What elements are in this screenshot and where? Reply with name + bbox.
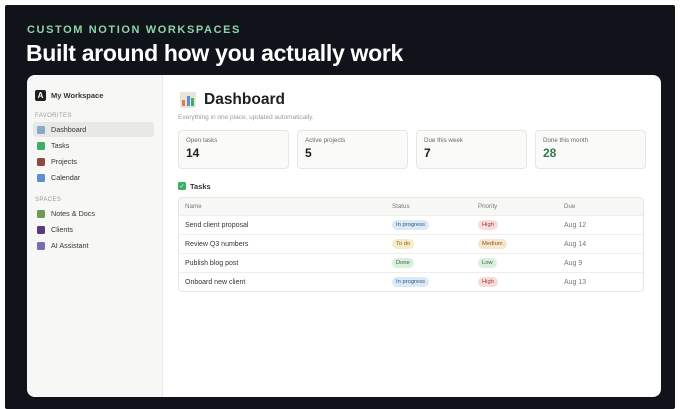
sidebar: A My Workspace FAVORITES Dashboard Tasks P… (27, 75, 163, 397)
stat-value: 5 (305, 146, 312, 160)
sidebar-item-tasks[interactable]: Tasks (33, 138, 154, 153)
stat-label: Active projects (305, 137, 346, 144)
tasks-heading: ✓ Tasks (178, 180, 646, 192)
task-name[interactable]: Publish blog post (179, 260, 386, 267)
column-header-priority[interactable]: Priority (472, 203, 558, 210)
sidebar-item-label: Clients (51, 225, 73, 234)
task-name[interactable]: Review Q3 numbers (179, 241, 386, 248)
workspace-name: My Workspace (51, 90, 104, 100)
sidebar-item-label: Notes & Docs (51, 209, 95, 218)
column-header-status[interactable]: Status (386, 203, 472, 210)
due-date: Aug 13 (564, 278, 587, 286)
favorites-list: Dashboard Tasks Projects Calendar (27, 122, 162, 185)
stat-card: Due this week 7 (416, 130, 527, 169)
sidebar-item-clients[interactable]: Clients (33, 222, 154, 237)
task-name[interactable]: Onboard new client (179, 279, 386, 286)
sidebar-item-ai-assistant[interactable]: AI Assistant (33, 238, 154, 253)
table-row[interactable]: Onboard new client In progress High Aug 13 (179, 272, 643, 291)
favorites-label: FAVORITES (35, 113, 72, 119)
stat-card: Active projects 5 (297, 130, 408, 169)
table-header: Name Status Priority Due (179, 198, 643, 215)
column-header-due[interactable]: Due (558, 203, 643, 210)
priority-badge[interactable]: High (478, 220, 498, 230)
status-badge[interactable]: To do (392, 239, 415, 249)
sidebar-item-label: Projects (51, 157, 77, 166)
status-badge[interactable]: Done (392, 258, 414, 268)
page-subtitle: Everything in one place, updated automat… (178, 114, 314, 121)
sidebar-item-projects[interactable]: Projects (33, 154, 154, 169)
stat-value: 14 (186, 146, 200, 160)
eyebrow-text: CUSTOM NOTION WORKSPACES (27, 24, 241, 36)
stat-label: Due this week (424, 137, 463, 144)
stat-label: Done this month (543, 137, 589, 144)
stat-card: Open tasks 14 (178, 130, 289, 169)
tasks-table: Name Status Priority Due Send client pro… (178, 197, 644, 292)
bar-chart-icon (37, 125, 45, 134)
workspace-logo-icon: A (35, 89, 46, 101)
page-header: Dashboard (180, 89, 646, 111)
task-name[interactable]: Send client proposal (179, 222, 386, 229)
priority-badge[interactable]: High (478, 277, 498, 287)
table-body: Send client proposal In progress High Aug 1… (179, 215, 643, 291)
column-header-name[interactable]: Name (179, 203, 386, 210)
priority-badge[interactable]: Medium (478, 239, 507, 249)
table-row[interactable]: Review Q3 numbers To do Medium Aug 14 (179, 234, 643, 253)
people-icon (37, 225, 45, 234)
stat-value: 7 (424, 146, 431, 160)
priority-badge[interactable]: Low (478, 258, 497, 268)
sidebar-item-label: Calendar (51, 173, 81, 182)
sidebar-item-dashboard[interactable]: Dashboard (33, 122, 154, 137)
due-date: Aug 14 (564, 240, 587, 248)
sidebar-item-calendar[interactable]: Calendar (33, 170, 154, 185)
sidebar-item-label: Dashboard (51, 125, 87, 134)
sidebar-item-label: AI Assistant (51, 241, 89, 250)
spaces-list: Notes & Docs Clients AI Assistant (27, 206, 162, 253)
headline: Built around how you actually work (26, 40, 404, 66)
workspace-switcher[interactable]: A My Workspace (27, 85, 162, 105)
stat-value: 28 (543, 146, 557, 160)
hero-banner: CUSTOM NOTION WORKSPACES Built around ho… (5, 5, 675, 409)
tasks-title: Tasks (190, 181, 211, 191)
due-date: Aug 9 (564, 259, 583, 267)
app-window: A My Workspace FAVORITES Dashboard Tasks P… (27, 75, 661, 397)
robot-icon (37, 241, 45, 250)
page-title: Dashboard (204, 91, 285, 108)
checkbox-icon (37, 141, 45, 150)
stat-label: Open tasks (186, 137, 218, 144)
briefcase-icon (37, 157, 45, 166)
spaces-label: SPACES (35, 197, 62, 203)
table-row[interactable]: Send client proposal In progress High Aug 1… (179, 215, 643, 234)
due-date: Aug 12 (564, 221, 587, 229)
books-icon (37, 209, 45, 218)
status-badge[interactable]: In progress (392, 277, 429, 287)
sidebar-item-notes-docs[interactable]: Notes & Docs (33, 206, 154, 221)
calendar-icon (37, 173, 45, 182)
status-badge[interactable]: In progress (392, 220, 429, 230)
table-row[interactable]: Publish blog post Done Low Aug 9 (179, 253, 643, 272)
stats-row: Open tasks 14 Active projects 5 Due this wee… (178, 130, 646, 169)
checkbox-icon: ✓ (178, 182, 186, 190)
sidebar-item-label: Tasks (51, 141, 70, 150)
main-content: Dashboard Everything in one place, updat… (163, 75, 661, 397)
stat-card: Done this month 28 (535, 130, 646, 169)
bar-chart-icon (180, 92, 196, 108)
